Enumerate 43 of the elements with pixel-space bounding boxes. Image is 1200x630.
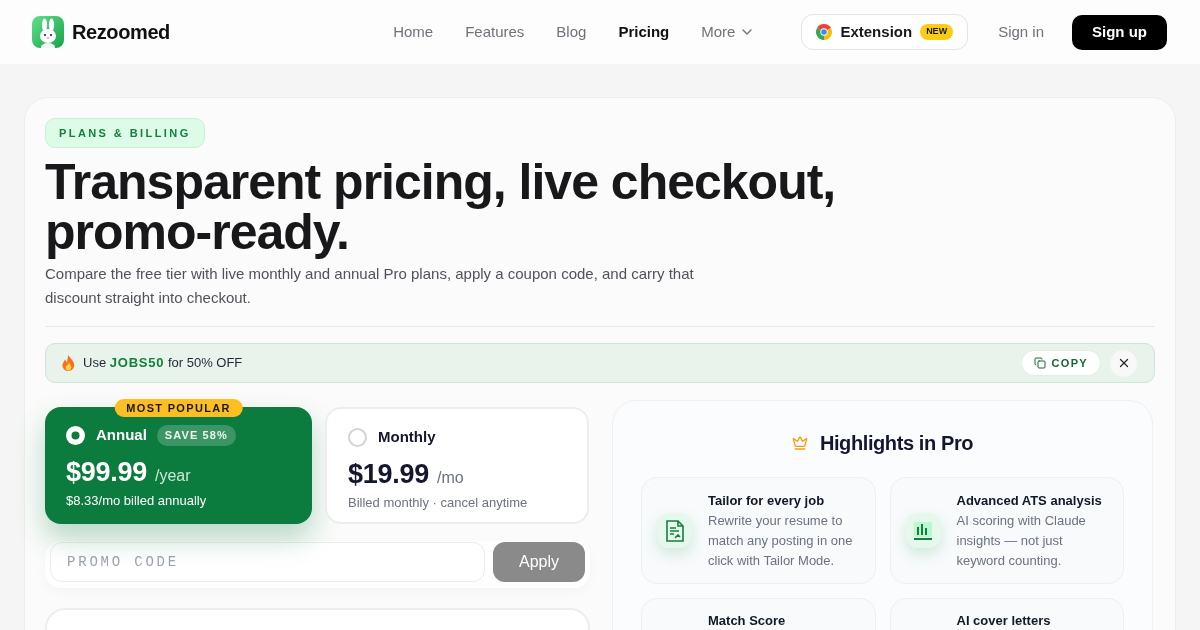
- most-popular-ribbon: MOST POPULAR: [114, 399, 243, 417]
- extension-button[interactable]: Extension NEW: [801, 14, 969, 50]
- feature-title: Tailor for every job: [708, 491, 826, 510]
- new-badge: NEW: [920, 24, 954, 40]
- plan-period: /mo: [436, 467, 464, 488]
- promo-text: Use JOBS50 for 50% OFF: [83, 354, 243, 373]
- feature-description: Rewrite your resume to match any posting in one click with Tailor Mode.: [708, 511, 854, 570]
- sign-up-button[interactable]: Sign up: [1072, 14, 1167, 50]
- feature-title: Advanced ATS analysis: [956, 491, 1103, 510]
- plan-note: $8.33/mo billed annually: [66, 491, 208, 510]
- copy-button[interactable]: COPY: [1020, 350, 1101, 376]
- copy-icon: [1033, 357, 1046, 369]
- save-badge: SAVE 58%: [156, 424, 236, 446]
- fire-icon: [62, 355, 75, 371]
- document-icon: [657, 513, 692, 548]
- plan-price: $19.99: [348, 457, 429, 490]
- sign-in-link[interactable]: Sign in: [998, 20, 1044, 44]
- plan-name: Annual: [96, 425, 147, 445]
- eyebrow-badge: PLANS & BILLING: [45, 118, 205, 148]
- nav-link[interactable]: Features: [465, 20, 525, 44]
- nav-link[interactable]: Pricing: [618, 20, 670, 44]
- plan-period: /year: [154, 465, 191, 486]
- logo-icon: [32, 16, 64, 48]
- nav-link[interactable]: Home: [393, 20, 434, 44]
- radio-icon[interactable]: [348, 427, 367, 447]
- highlights-title: Highlights in Pro: [819, 431, 974, 455]
- feature-description: AI scoring with Claude insights — not just keyword counting.: [956, 511, 1087, 570]
- close-button[interactable]: [1110, 349, 1137, 377]
- plan-note: Billed monthly · cancel anytime: [348, 493, 529, 512]
- bar-chart-icon: [905, 513, 941, 548]
- browser-logo-icon: [816, 24, 833, 40]
- nav-link[interactable]: More: [701, 20, 756, 44]
- plan-price: $99.99: [66, 455, 147, 488]
- brand-name[interactable]: Rezoomed: [72, 17, 170, 47]
- plan-name: Monthly: [378, 427, 436, 447]
- feature-title: Match Score: [708, 612, 786, 630]
- radio-icon[interactable]: [66, 425, 85, 445]
- page-title: Transparent pricing, live checkout, promo-ready.: [45, 157, 837, 257]
- page-subtitle: Compare the free tier with live monthly and annual Pro plans, apply a coupon code, and carry that discount straight into checkout.: [45, 264, 695, 308]
- crown-icon: [791, 435, 808, 451]
- plan-card[interactable]: Monthly $19.99 /mo Billed monthly · cancel anytime: [325, 407, 589, 524]
- feature-title: AI cover letters: [956, 612, 1051, 630]
- nav-link[interactable]: Blog: [556, 20, 587, 44]
